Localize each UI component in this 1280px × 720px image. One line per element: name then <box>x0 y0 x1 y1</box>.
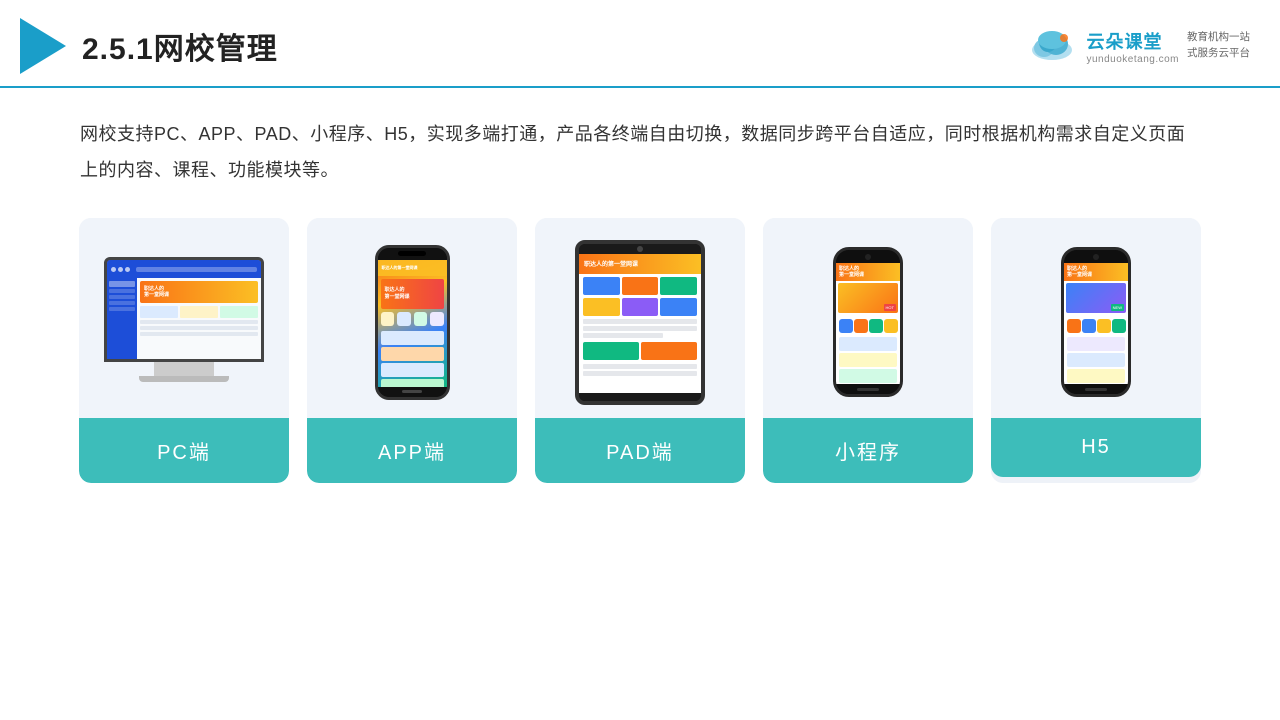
header-left: 2.5.1网校管理 <box>20 18 278 74</box>
card-app: 职达人的第一堂网课 职达人的第一堂网课 <box>307 218 517 483</box>
brand-url: yunduoketang.com <box>1086 54 1179 65</box>
tablet-pad-icon: 职达人的第一堂网课 <box>575 240 705 405</box>
card-miniapp: 职达人的第一堂网课 HOT <box>763 218 973 483</box>
brand-slogan-line2: 式服务云平台 <box>1187 46 1250 62</box>
card-pc: 职达人的第一堂网课 <box>79 218 289 483</box>
description-text: 网校支持PC、APP、PAD、小程序、H5，实现多端打通，产品各终端自由切换，数… <box>0 88 1280 208</box>
card-app-label: APP端 <box>307 418 517 483</box>
logo-triangle-icon <box>20 18 66 74</box>
card-pad-image: 职达人的第一堂网课 <box>535 218 745 418</box>
cloud-icon <box>1026 28 1078 64</box>
card-pc-image: 职达人的第一堂网课 <box>79 218 289 418</box>
cards-container: 职达人的第一堂网课 <box>0 208 1280 503</box>
brand-slogan: 教育机构一站 式服务云平台 <box>1187 30 1250 62</box>
brand-info: 云朵课堂 yunduoketang.com <box>1086 28 1179 65</box>
card-h5: 职达人的第一堂网课 NEW <box>991 218 1201 483</box>
card-h5-label: H5 <box>991 418 1201 477</box>
header: 2.5.1网校管理 云朵课堂 yunduoketang.com 教育机构一站 式… <box>0 0 1280 88</box>
pc-monitor-icon: 职达人的第一堂网课 <box>104 257 264 387</box>
phone-miniapp-icon: 职达人的第一堂网课 HOT <box>833 247 903 397</box>
phone-h5-icon: 职达人的第一堂网课 NEW <box>1061 247 1131 397</box>
card-pad: 职达人的第一堂网课 <box>535 218 745 483</box>
card-pc-label: PC端 <box>79 418 289 483</box>
brand-name: 云朵课堂 <box>1086 28 1179 54</box>
card-pad-label: PAD端 <box>535 418 745 483</box>
header-right: 云朵课堂 yunduoketang.com 教育机构一站 式服务云平台 <box>1026 28 1250 65</box>
card-miniapp-image: 职达人的第一堂网课 HOT <box>763 218 973 418</box>
card-app-image: 职达人的第一堂网课 职达人的第一堂网课 <box>307 218 517 418</box>
brand-slogan-line1: 教育机构一站 <box>1187 30 1250 46</box>
card-miniapp-label: 小程序 <box>763 418 973 483</box>
card-h5-image: 职达人的第一堂网课 NEW <box>991 218 1201 418</box>
phone-app-icon: 职达人的第一堂网课 职达人的第一堂网课 <box>375 245 450 400</box>
cloud-logo <box>1026 28 1078 64</box>
page-title: 2.5.1网校管理 <box>82 24 278 68</box>
